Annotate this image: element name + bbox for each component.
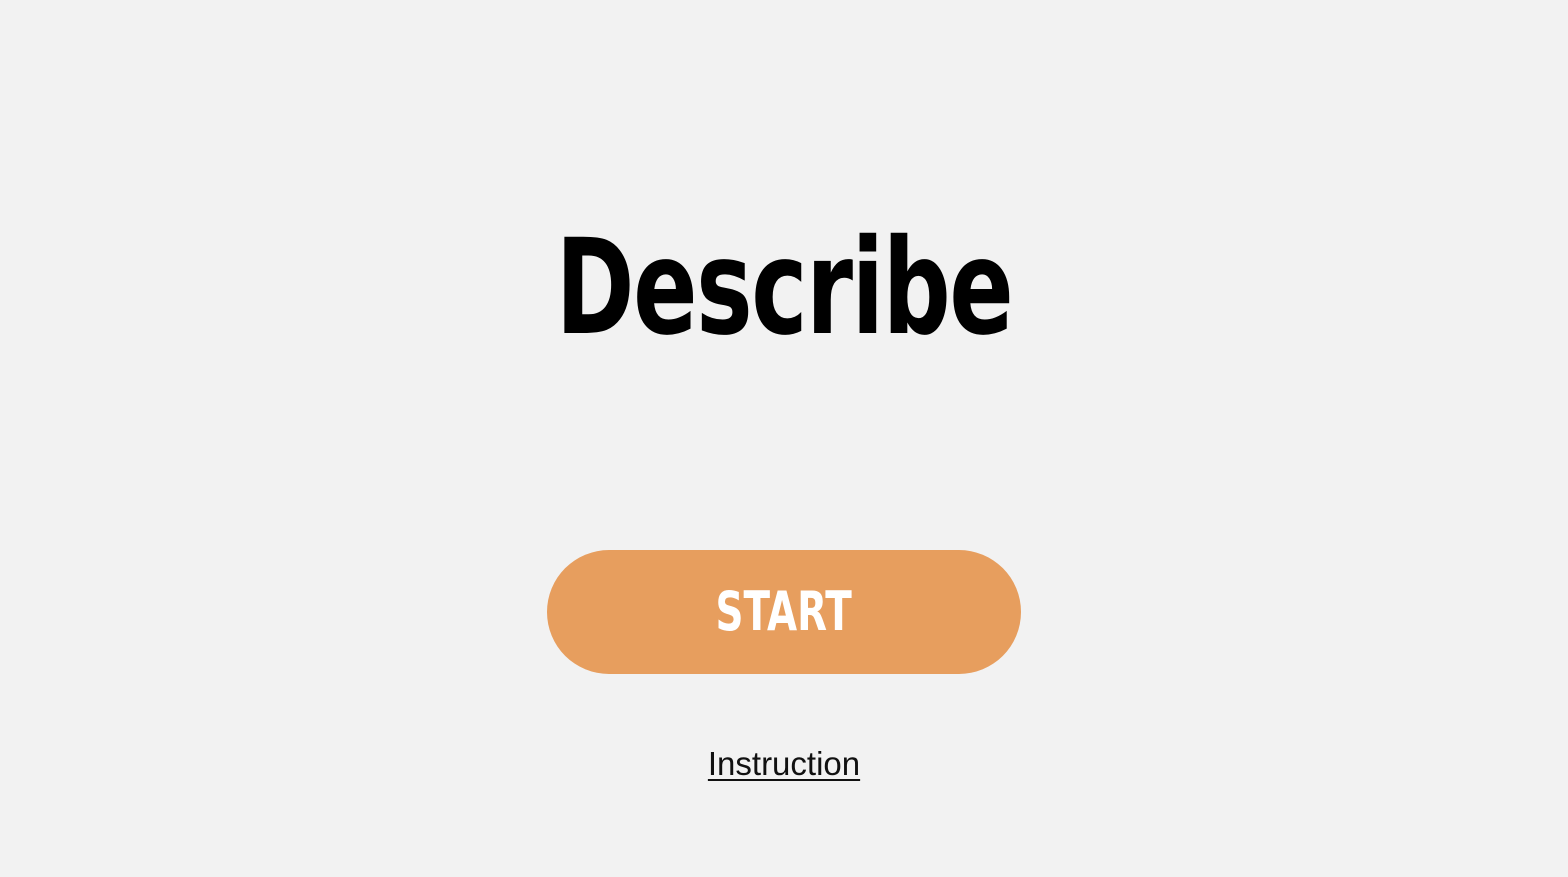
start-button-label: START [715, 580, 853, 643]
instruction-link-container: Instruction [0, 744, 1568, 784]
instruction-link[interactable]: Instruction [708, 745, 860, 782]
start-button[interactable]: START [547, 550, 1021, 674]
app-title: Describe [555, 211, 1014, 365]
start-screen: Describe START Instruction [0, 0, 1568, 877]
